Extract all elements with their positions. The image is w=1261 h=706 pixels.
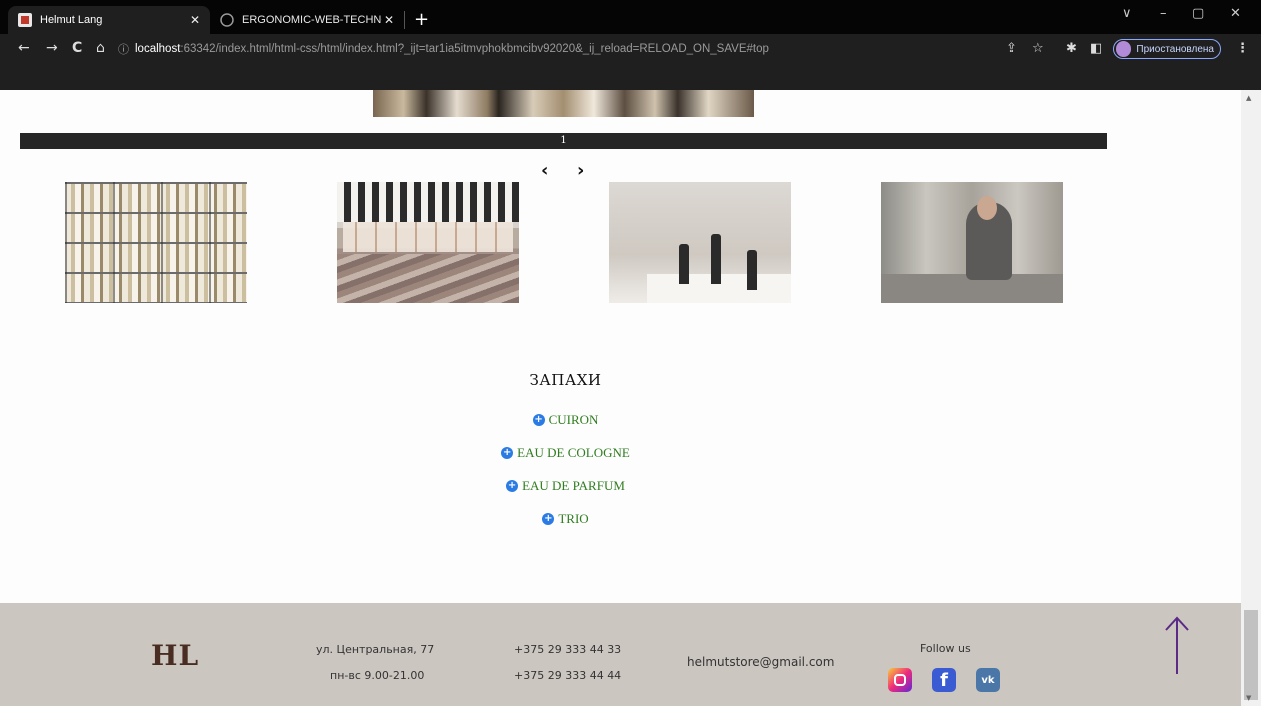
plus-circle-icon: +	[506, 480, 519, 492]
minimize-button[interactable]: –	[1160, 6, 1167, 21]
gallery-image-perfume-shelves[interactable]	[65, 182, 247, 303]
perfume-vials	[343, 222, 513, 252]
instagram-ring	[894, 674, 906, 686]
extensions-icon[interactable]: ✱	[1066, 41, 1077, 56]
slider-counter: 1	[20, 133, 1107, 149]
footer-phone-2[interactable]: +375 29 333 44 44	[514, 669, 621, 682]
close-tab-icon[interactable]: ✕	[190, 13, 200, 27]
scent-label: TRIO	[558, 511, 589, 526]
tab-ergonomic-web[interactable]: ERGONOMIC-WEB-TECHNOLOG ✕	[212, 6, 402, 34]
tab-helmut-lang[interactable]: Helmut Lang ✕	[8, 6, 210, 34]
browser-tab-bar: Helmut Lang ✕ ERGONOMIC-WEB-TECHNOLOG ✕ …	[0, 0, 1261, 34]
vk-icon[interactable]: vk	[976, 668, 1000, 692]
reload-button[interactable]: C	[72, 40, 82, 56]
footer-hours: пн-вс 9.00-21.00	[330, 669, 425, 682]
tab-separator	[404, 11, 405, 29]
new-tab-button[interactable]: +	[414, 9, 429, 30]
back-button[interactable]: ←	[18, 40, 30, 56]
plus-circle-icon: +	[542, 513, 555, 525]
brand-logo[interactable]: HL	[151, 639, 199, 672]
person-head	[977, 196, 997, 220]
facebook-icon[interactable]: f	[932, 668, 956, 692]
plus-circle-icon: +	[501, 447, 514, 459]
gallery-image-woman-testing-perfume[interactable]	[881, 182, 1063, 303]
forward-button[interactable]: →	[46, 40, 58, 56]
hero-slide-image	[373, 90, 754, 117]
maximize-button[interactable]: ▢	[1192, 6, 1204, 21]
url-path: :63342/index.html/html-css/html/index.ht…	[180, 43, 769, 55]
avatar	[1116, 41, 1132, 57]
tab-title: Helmut Lang	[40, 14, 103, 26]
scent-item-cuiron[interactable]: + CUIRON	[0, 412, 1131, 428]
gallery-image-piano-keys-vials[interactable]	[337, 182, 519, 303]
browser-toolbar: ← → C ⌂ ⓘ localhost :63342/index.html/ht…	[0, 34, 1261, 64]
footer-phone-1[interactable]: +375 29 333 44 33	[514, 643, 621, 656]
instagram-icon[interactable]	[888, 668, 912, 692]
address-bar[interactable]: ⓘ localhost :63342/index.html/html-css/h…	[118, 37, 1000, 61]
profile-button[interactable]: Приостановлена	[1113, 39, 1221, 59]
scent-label: CUIRON	[548, 412, 599, 427]
site-favicon-icon	[18, 13, 32, 27]
github-icon	[220, 13, 234, 27]
scents-heading: ЗАПАХИ	[529, 371, 602, 389]
slider-prev-button[interactable]: ‹	[541, 160, 548, 181]
scent-label: EAU DE PARFUM	[522, 478, 625, 493]
piano-keys	[337, 182, 519, 222]
scroll-up-arrow-icon[interactable]: ▲	[1246, 94, 1251, 102]
scent-label: EAU DE COLOGNE	[517, 445, 630, 460]
url-host: localhost	[135, 43, 181, 55]
slider-next-button[interactable]: ›	[577, 160, 584, 181]
follow-us-label: Follow us	[920, 642, 971, 655]
scent-item-eau-de-parfum[interactable]: + EAU DE PARFUM	[0, 478, 1131, 494]
browser-bookmark-strip	[0, 64, 1261, 90]
side-panel-icon[interactable]: ◧	[1090, 41, 1102, 56]
close-window-button[interactable]: ✕	[1230, 6, 1241, 21]
silk-fabric	[337, 254, 519, 303]
site-info-icon[interactable]: ⓘ	[118, 41, 129, 57]
page-scrollbar[interactable]: ▲ ▼	[1241, 90, 1261, 706]
bottle	[747, 250, 757, 290]
scent-item-eau-de-cologne[interactable]: + EAU DE COLOGNE	[0, 445, 1131, 461]
gallery-image-roller-bottles[interactable]	[609, 182, 791, 303]
home-button[interactable]: ⌂	[96, 40, 105, 56]
share-icon[interactable]: ⇪	[1006, 41, 1017, 56]
profile-status: Приостановлена	[1136, 43, 1214, 55]
bookmark-star-icon[interactable]: ☆	[1032, 41, 1044, 56]
footer-email[interactable]: helmutstore@gmail.com	[687, 655, 834, 669]
scrollbar-thumb[interactable]	[1244, 610, 1258, 700]
scroll-down-arrow-icon[interactable]: ▼	[1246, 694, 1251, 702]
plus-circle-icon: +	[532, 414, 545, 426]
tab-search-chevron-icon[interactable]: ∨	[1122, 6, 1132, 21]
bottle	[679, 244, 689, 284]
footer-address: ул. Центральная, 77	[316, 643, 435, 656]
close-tab-icon[interactable]: ✕	[384, 13, 394, 27]
bottle	[711, 234, 721, 284]
browser-menu-icon[interactable]: ⋮	[1236, 41, 1249, 56]
scroll-to-top-arrow-icon[interactable]	[1160, 614, 1194, 676]
scent-item-trio[interactable]: + TRIO	[0, 511, 1131, 527]
tab-title: ERGONOMIC-WEB-TECHNOLOG	[242, 14, 382, 26]
